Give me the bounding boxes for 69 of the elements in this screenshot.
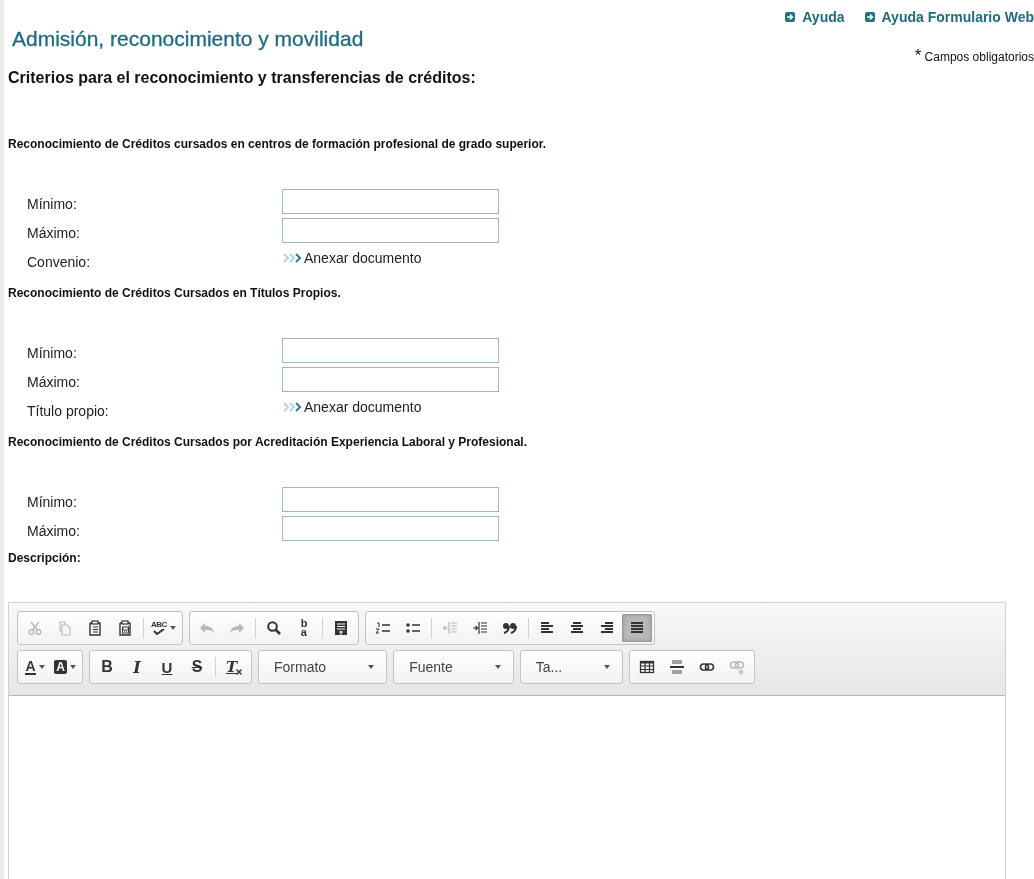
input-field[interactable] — [282, 338, 499, 363]
field-label: Máximo: — [26, 523, 81, 541]
redo-icon — [228, 620, 245, 636]
required-fields-note: * Campos obligatorios — [914, 46, 1034, 66]
align-right-icon — [598, 620, 615, 636]
copy-icon — [57, 620, 73, 636]
input-field[interactable] — [282, 487, 499, 512]
help-link[interactable]: Ayuda — [785, 9, 845, 25]
chevron-icon — [282, 252, 302, 264]
field-label: Título propio: — [26, 403, 110, 421]
bg-color-button[interactable]: A — [50, 653, 80, 681]
unlink-icon — [729, 659, 746, 675]
arrow-icon — [785, 12, 796, 22]
dropdown-combo[interactable]: Formato — [261, 653, 385, 681]
attach-document-link[interactable]: Anexar documento — [282, 399, 422, 421]
outdent-icon — [441, 620, 458, 636]
caret-icon — [604, 665, 611, 669]
section-heading: Reconocimiento de Créditos Cursados en Títulos Propios. — [8, 286, 342, 300]
attach-document-link[interactable]: Anexar documento — [282, 250, 422, 272]
field-label: Máximo: — [26, 225, 81, 243]
dropdown-combo[interactable]: Fuente — [396, 653, 511, 681]
scissors-icon — [27, 620, 43, 636]
input-field[interactable] — [282, 516, 499, 541]
italic-button[interactable]: I — [122, 653, 152, 681]
align-left-icon — [538, 620, 555, 636]
arrow-icon — [864, 12, 875, 22]
text-color-button[interactable]: A — [20, 653, 50, 681]
remove-format-button[interactable]: T — [219, 653, 249, 681]
caret-icon — [38, 665, 45, 669]
dropdown-combo[interactable]: Ta... — [522, 653, 621, 681]
caret-icon — [69, 665, 76, 669]
field-label: Mínimo: — [26, 196, 78, 214]
align-center-icon — [568, 620, 585, 636]
input-field[interactable] — [282, 367, 499, 392]
caret-icon — [494, 665, 501, 669]
replace-button[interactable]: ba — [288, 614, 319, 642]
field-label: Mínimo: — [26, 494, 78, 512]
clipboard-icon — [87, 620, 103, 636]
section-heading: Reconocimiento de Créditos cursados en centros de formación profesional de grado superior. — [8, 137, 548, 151]
caret-icon — [368, 665, 375, 669]
quote-icon — [501, 620, 518, 636]
justify-button[interactable] — [621, 614, 652, 642]
numbered-list-icon — [374, 620, 391, 636]
field-label: Convenio: — [26, 254, 92, 272]
section-heading: Reconocimiento de Créditos Cursados por Acreditación Experiencia Laboral y Profesional. — [8, 435, 529, 449]
help-link[interactable]: Ayuda Formulario Web — [864, 9, 1034, 25]
page-title: Admisión, reconocimiento y movilidad — [12, 27, 364, 52]
strike-button[interactable]: S — [182, 653, 212, 681]
caret-icon — [169, 626, 176, 630]
clipboard-icon — [117, 620, 133, 636]
search-icon — [265, 620, 282, 636]
spell-button[interactable]: ABC — [147, 614, 180, 642]
checkmark-icon — [151, 629, 166, 635]
chevron-icon — [282, 401, 302, 413]
section-title: Criterios para el reconocimiento y transferencias de créditos: — [8, 69, 477, 87]
field-label: Máximo: — [26, 374, 81, 392]
horizontal-line-icon — [669, 659, 686, 675]
table-icon — [639, 659, 656, 675]
cross-icon — [236, 669, 243, 675]
document-icon — [332, 620, 349, 636]
field-label: Mínimo: — [26, 345, 78, 363]
underline-button[interactable]: U — [152, 653, 182, 681]
justify-icon — [628, 620, 645, 636]
field-label: Descripción: — [8, 551, 82, 565]
bold-button[interactable]: B — [92, 653, 122, 681]
bulleted-list-icon — [404, 620, 421, 636]
indent-icon — [471, 620, 488, 636]
input-field[interactable] — [282, 189, 499, 214]
input-field[interactable] — [282, 218, 499, 243]
